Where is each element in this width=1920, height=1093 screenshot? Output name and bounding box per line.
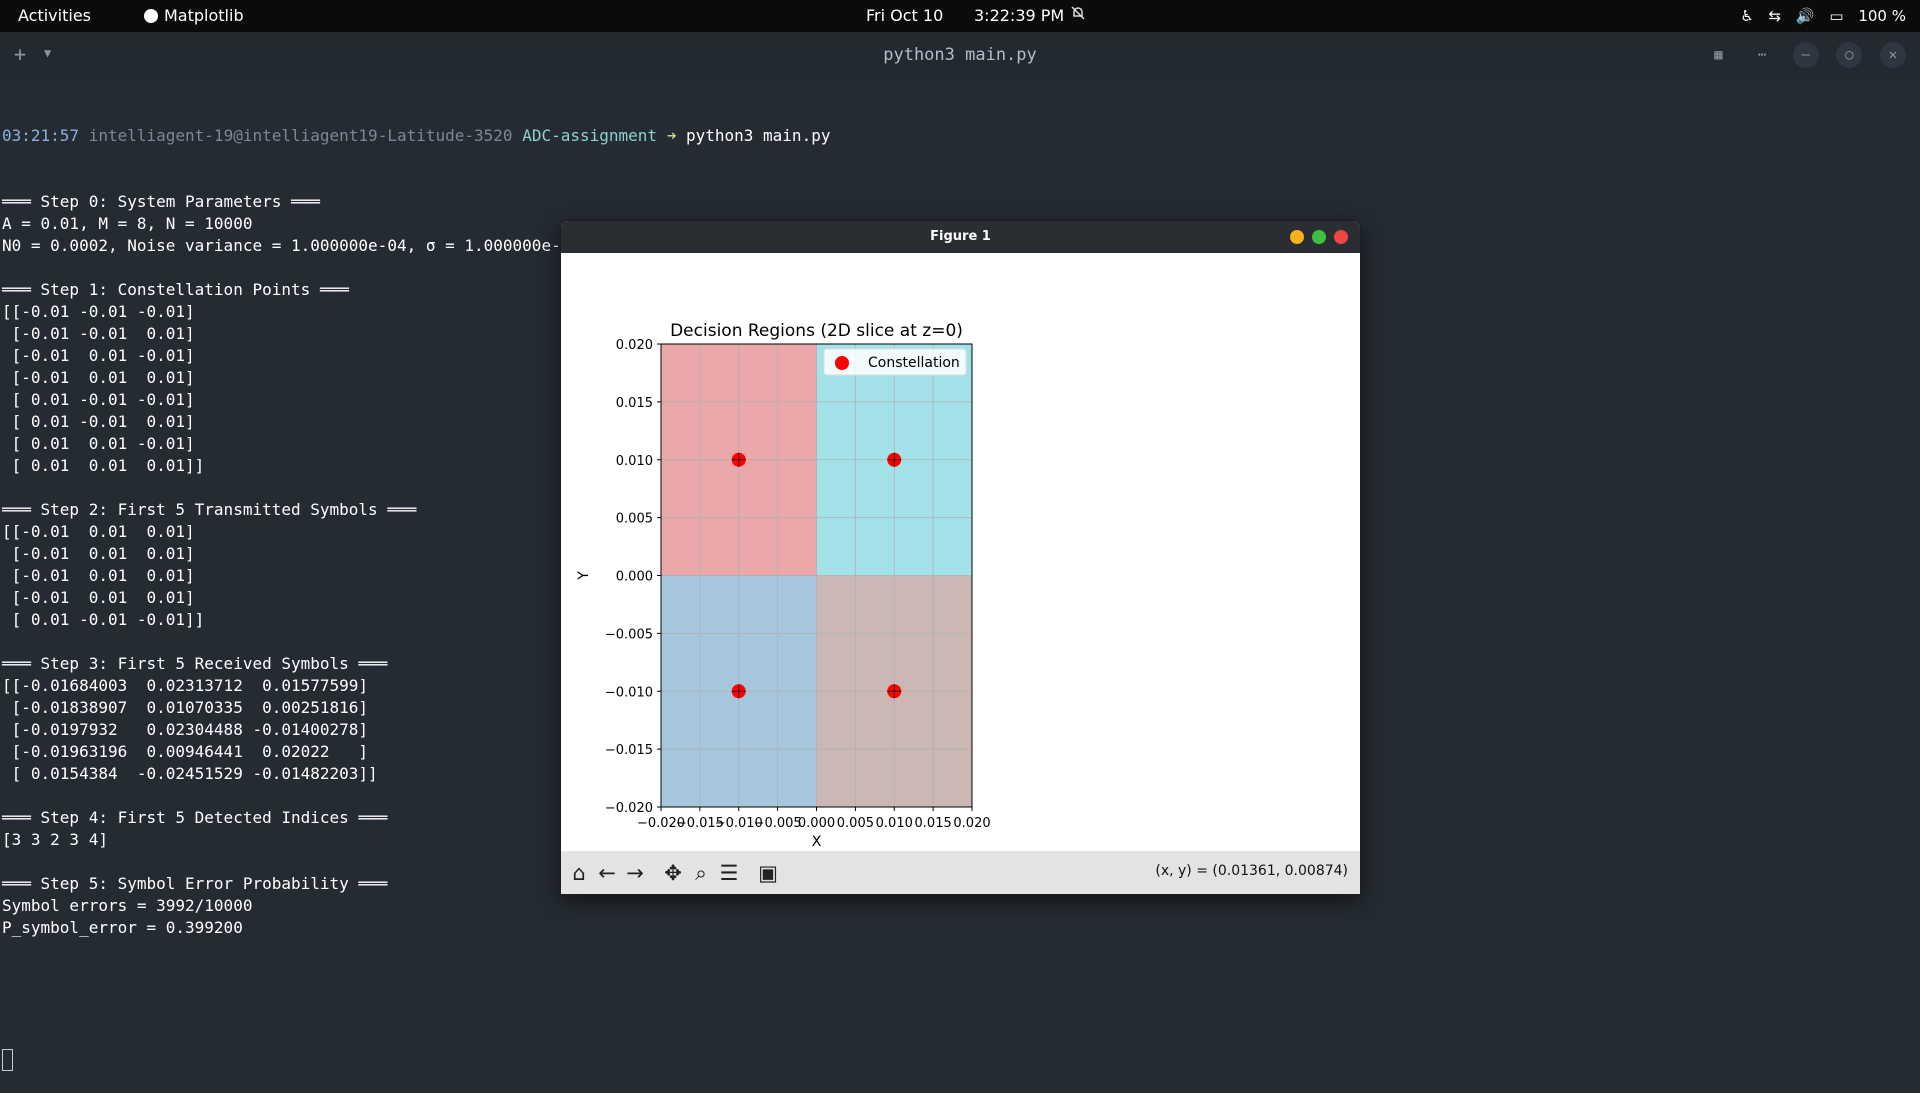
y-tick-label: −0.015 — [605, 743, 653, 758]
y-tick-label: 0.020 — [616, 338, 653, 353]
x-tick-label: 0.015 — [915, 816, 952, 831]
y-tick-label: −0.010 — [605, 685, 653, 700]
figure-window-title: Figure 1 — [930, 229, 991, 244]
menu-icon[interactable]: ⋯ — [1749, 42, 1775, 68]
back-icon[interactable]: ← — [593, 859, 621, 887]
y-tick-label: −0.020 — [605, 801, 653, 816]
battery-level: 100 % — [1858, 7, 1906, 25]
output-line: P_symbol_error = 0.399200 — [2, 918, 243, 937]
prompt-host: intelliagent-19@intelliagent19-Latitude-… — [88, 126, 513, 145]
legend-label: Constellation — [868, 355, 960, 371]
prompt-line: 03:21:57 intelliagent-19@intelliagent19-… — [2, 125, 830, 147]
x-tick-label: −0.005 — [754, 816, 802, 831]
output-line: Symbol errors = 3992/10000 — [2, 896, 253, 915]
navigation-toolbar: ⌂ ← → ✥ ⌕ ☰ ▣ (x, y) = (0.01361, 0.00874… — [561, 851, 1360, 894]
battery-icon: ▭ — [1829, 7, 1844, 25]
y-tick-label: −0.005 — [605, 627, 653, 642]
x-tick-label: 0.005 — [837, 816, 874, 831]
figure-canvas[interactable]: −0.020 −0.015 −0.010 −0.005 0.000 0.005 0.010 0… — [561, 253, 1360, 851]
x-axis-label: X — [812, 834, 822, 850]
pan-icon[interactable]: ✥ — [659, 859, 687, 887]
close-icon[interactable]: ✕ — [1880, 42, 1906, 68]
window-controls: ▦ ⋯ – ○ ✕ — [1697, 42, 1906, 68]
cursor-line — [2, 983, 830, 1005]
minimize-icon[interactable]: – — [1792, 42, 1819, 68]
x-tick-label: 0.000 — [798, 816, 835, 831]
maximize-button[interactable] — [1312, 230, 1326, 244]
home-icon[interactable]: ⌂ — [565, 859, 593, 887]
legend-marker — [835, 356, 849, 370]
app-icon — [144, 9, 158, 23]
tab-overview-icon[interactable]: ▦ — [1705, 42, 1731, 68]
x-tick-label: 0.010 — [876, 816, 913, 831]
forward-icon[interactable]: → — [621, 859, 649, 887]
app-menu[interactable]: Matplotlib — [144, 0, 244, 32]
output-line: ═══ Step 0: System Parameters ═══ — [2, 192, 320, 211]
top-bar: Activities Matplotlib Fri Oct 10 3:22:39… — [0, 0, 1920, 32]
figure-titlebar[interactable]: Figure 1 — [561, 221, 1360, 253]
prompt-dir: ADC-assignment — [522, 126, 658, 145]
network-icon: ⇆ — [1768, 7, 1782, 25]
clock-time[interactable]: 3:22:39 PM — [974, 0, 1064, 32]
terminal-title: python3 main.py — [883, 45, 1037, 65]
configure-subplots-icon[interactable]: ☰ — [715, 859, 743, 887]
x-tick-label: 0.020 — [953, 816, 990, 831]
decision-region-chart[interactable]: −0.020−0.015−0.010−0.0050.000 0.005 0.010 0… — [561, 253, 1360, 851]
prompt-arrow: ➜ — [666, 126, 677, 145]
accessibility-icon[interactable]: ♿ — [1740, 7, 1753, 25]
notifications-off-icon — [1070, 0, 1086, 32]
save-icon[interactable]: ▣ — [754, 859, 782, 887]
y-tick-label: 0.005 — [616, 512, 653, 527]
activities-button[interactable]: Activities — [18, 0, 91, 32]
chart-title: Decision Regions (2D slice at z=0) — [670, 321, 963, 341]
close-button[interactable] — [1334, 230, 1348, 244]
maximize-icon[interactable]: ○ — [1836, 42, 1863, 68]
system-tray[interactable]: ♿ ⇆ 🔊 ▭ 100 % — [1730, 0, 1906, 32]
terminal-headerbar: + ▼ python3 main.py ▦ ⋯ – ○ ✕ — [0, 32, 1920, 78]
clock-date[interactable]: Fri Oct 10 — [866, 0, 943, 32]
y-tick-label: 0.010 — [616, 454, 653, 469]
y-tick-label: 0.000 — [616, 570, 653, 585]
app-name: Matplotlib — [164, 6, 244, 25]
y-tick-label: 0.015 — [616, 396, 653, 411]
text-cursor — [2, 1049, 13, 1071]
figure-window: Figure 1 −0.020 −0.015 −0.010 −0.005 0.000 0.… — [560, 220, 1361, 895]
cursor-coordinates: (x, y) = (0.01361, 0.00874) — [1155, 863, 1348, 879]
prompt-time: 03:21:57 — [2, 126, 80, 145]
y-axis-label: Y — [576, 571, 592, 581]
zoom-icon[interactable]: ⌕ — [687, 859, 715, 887]
prompt-command: python3 main.py — [685, 126, 831, 145]
cursor-line — [2, 1049, 830, 1071]
minimize-button[interactable] — [1290, 230, 1304, 244]
volume-icon: 🔊 — [1795, 7, 1815, 25]
